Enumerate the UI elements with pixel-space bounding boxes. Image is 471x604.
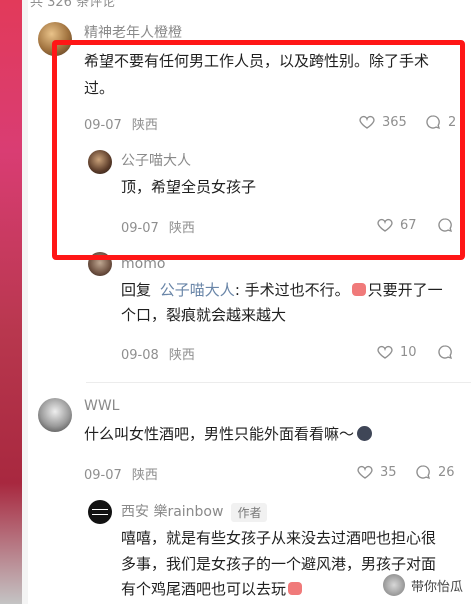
reply-button[interactable]: 26: [414, 463, 455, 481]
reply-prefix: 回复: [121, 281, 152, 299]
like-count: 10: [400, 344, 417, 360]
highlight-box: [52, 40, 465, 260]
like-count: 35: [380, 464, 397, 480]
comment-text-line: 什么叫女性酒吧，男性只能外面看看嘛～: [84, 421, 373, 448]
heart-outline-icon: [377, 345, 393, 359]
reply-text: : 手术过也不行。: [234, 281, 350, 299]
pig-emoji-icon: [288, 582, 303, 595]
watermark-logo-icon: [382, 574, 405, 596]
comment-date: 09-08: [121, 348, 159, 363]
comment-date: 09-07: [84, 468, 122, 483]
watermark-text: 带你怡瓜: [410, 579, 463, 595]
comment-meta: 09-07 陕西: [84, 464, 158, 483]
comments-count-header: 共 326 条评论: [30, 0, 116, 10]
reply-target-link[interactable]: 公子喵大人: [160, 281, 235, 299]
comment-text: 什么叫女性酒吧，男性只能外面看看嘛～: [84, 425, 355, 443]
comment-text: 有个鸡尾酒吧也可以去玩: [121, 580, 287, 598]
avatar[interactable]: [38, 398, 72, 432]
divider: [86, 382, 471, 383]
face-emoji-icon: [357, 426, 373, 441]
background-edge: [0, 0, 22, 604]
pig-emoji-icon: [351, 283, 366, 296]
reply-button[interactable]: [436, 343, 454, 361]
comment-text-line: 回复 公子喵大人: 手术过也不行。 只要开了一: [121, 277, 443, 304]
comment-location: 陕西: [131, 468, 158, 483]
comment-username[interactable]: 西安 樂rainbow: [121, 504, 223, 520]
heart-outline-icon: [357, 465, 373, 479]
author-badge: 作者: [231, 502, 268, 522]
comment-username-row: 西安 樂rainbow 作者: [121, 501, 268, 522]
comment-text-line: 个口，裂痕就会越来越大: [121, 306, 287, 324]
speech-bubble-icon: [438, 345, 453, 360]
comment-text-line: 有个鸡尾酒吧也可以去玩: [121, 576, 304, 603]
background-edge-strip: [22, 0, 28, 604]
avatar[interactable]: [88, 500, 112, 524]
comment-meta: 09-08 陕西: [121, 344, 195, 363]
watermark: 带你怡瓜: [382, 574, 463, 596]
comment-location: 陕西: [168, 348, 195, 363]
like-button[interactable]: 35: [356, 463, 397, 481]
comment-username[interactable]: WWL: [84, 398, 120, 414]
reply-text-end: 只要开了一: [367, 281, 443, 299]
comment-text-line: 嘻嘻，就是有些女孩子从来没去过酒吧也担心很: [121, 529, 437, 547]
reply-count: 26: [438, 464, 455, 480]
like-button[interactable]: 10: [376, 343, 417, 361]
comment-username[interactable]: 精神老年人橙橙: [84, 22, 182, 42]
speech-bubble-icon: [416, 465, 431, 480]
